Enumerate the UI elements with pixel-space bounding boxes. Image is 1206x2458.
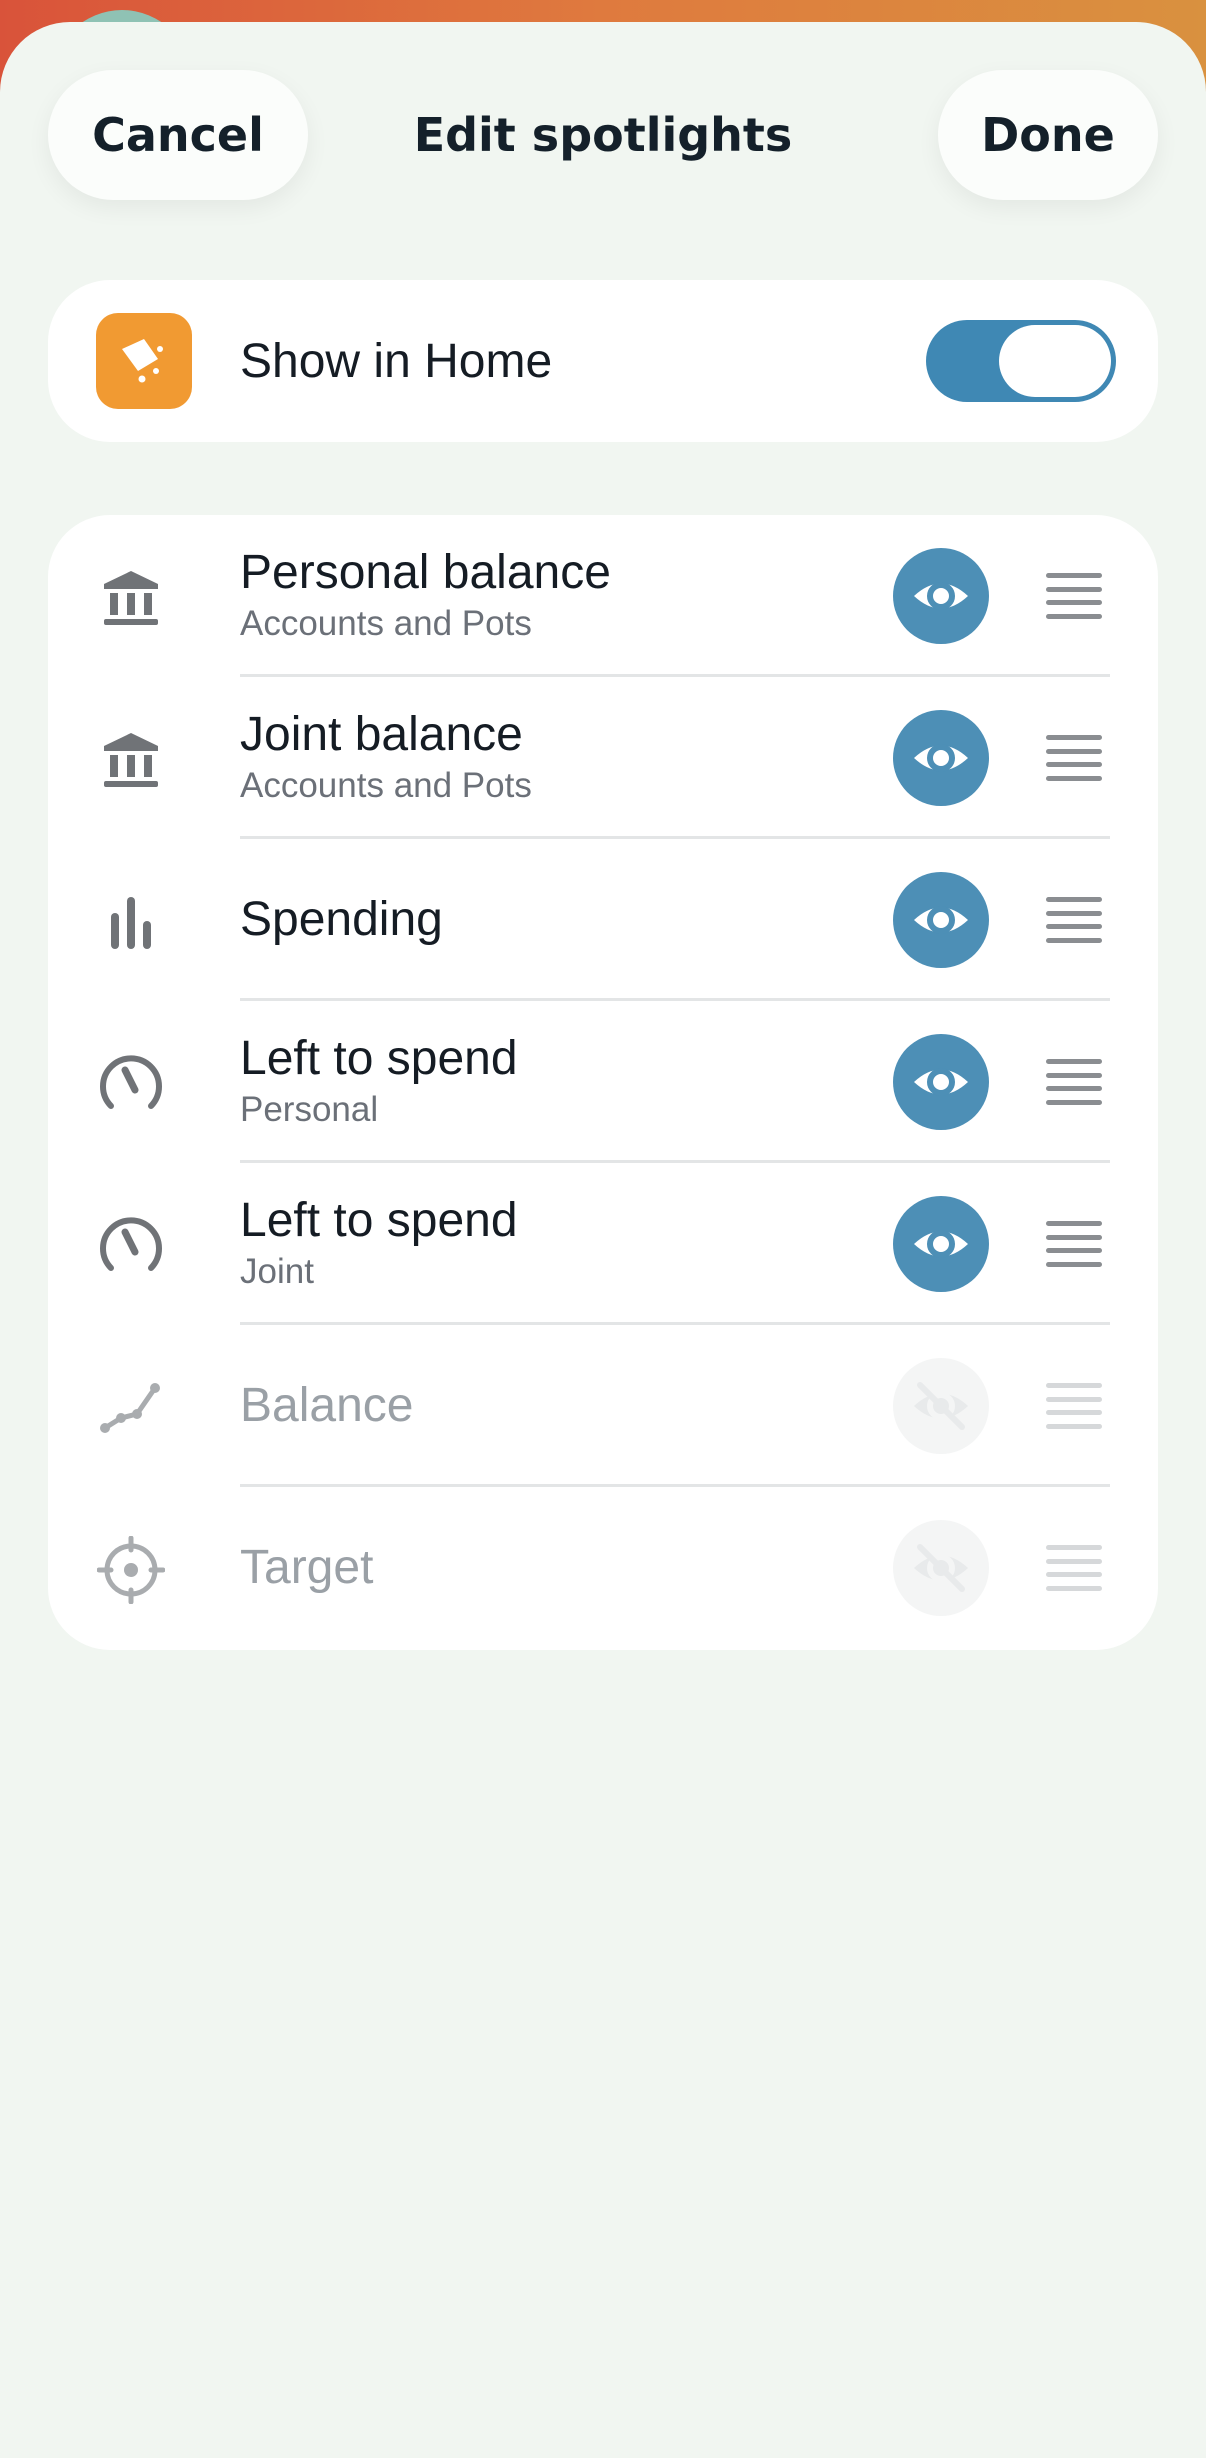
bar-chart-icon: [96, 887, 166, 957]
eye-off-icon: [914, 1544, 968, 1592]
bank-icon: [96, 725, 166, 795]
line-graph-icon: [96, 1373, 166, 1443]
spotlight-app-icon: [96, 313, 192, 409]
drag-handle[interactable]: [1046, 1383, 1102, 1429]
gauge-icon: [96, 1211, 166, 1281]
drag-handle[interactable]: [1046, 1545, 1102, 1591]
spotlight-subtitle: Accounts and Pots: [240, 766, 532, 806]
visibility-eye-button[interactable]: [893, 1196, 989, 1292]
eye-icon: [914, 1230, 968, 1258]
spotlight-title: Personal balance: [240, 545, 611, 599]
spotlight-subtitle: Personal: [240, 1090, 379, 1130]
eye-icon: [914, 744, 968, 772]
visibility-eye-button[interactable]: [893, 872, 989, 968]
gauge-icon: [96, 1049, 166, 1119]
spotlight-title: Spending: [240, 892, 443, 946]
spotlight-title: Balance: [240, 1378, 414, 1432]
spotlight-title: Joint balance: [240, 707, 523, 761]
show-in-home-toggle[interactable]: [926, 320, 1116, 402]
eye-icon: [914, 906, 968, 934]
spotlight-row-spending: Spending: [48, 839, 1158, 1001]
spotlights-list: Personal balance Accounts and Pots Joint…: [48, 515, 1158, 1650]
spotlight-row-left-to-spend-personal: Left to spend Personal: [48, 1001, 1158, 1163]
visibility-eye-button[interactable]: [893, 1520, 989, 1616]
drag-handle[interactable]: [1046, 735, 1102, 781]
spotlight-title: Left to spend: [240, 1031, 518, 1085]
spotlight-title: Left to spend: [240, 1193, 518, 1247]
drag-handle[interactable]: [1046, 1059, 1102, 1105]
eye-icon: [914, 582, 968, 610]
cancel-button[interactable]: Cancel: [48, 70, 308, 200]
bank-icon: [96, 563, 166, 633]
spotlight-subtitle: Accounts and Pots: [240, 604, 532, 644]
toggle-knob: [999, 325, 1111, 397]
visibility-eye-button[interactable]: [893, 710, 989, 806]
done-button[interactable]: Done: [938, 70, 1158, 200]
spotlight-row-joint-balance: Joint balance Accounts and Pots: [48, 677, 1158, 839]
eye-icon: [914, 1068, 968, 1096]
spotlight-subtitle: Joint: [240, 1252, 314, 1292]
visibility-eye-button[interactable]: [893, 1034, 989, 1130]
drag-handle[interactable]: [1046, 573, 1102, 619]
show-in-home-card: Show in Home: [48, 280, 1158, 442]
spotlight-title: Target: [240, 1540, 374, 1594]
edit-spotlights-sheet: Cancel Edit spotlights Done Show in Home: [0, 22, 1206, 2458]
drag-handle[interactable]: [1046, 1221, 1102, 1267]
eye-off-icon: [914, 1382, 968, 1430]
visibility-eye-button[interactable]: [893, 1358, 989, 1454]
spotlight-row-left-to-spend-joint: Left to spend Joint: [48, 1163, 1158, 1325]
spotlight-row-balance: Balance: [48, 1325, 1158, 1487]
spotlight-row-target: Target: [48, 1487, 1158, 1649]
drag-handle[interactable]: [1046, 897, 1102, 943]
visibility-eye-button[interactable]: [893, 548, 989, 644]
show-in-home-label: Show in Home: [240, 334, 553, 388]
spotlight-row-personal-balance: Personal balance Accounts and Pots: [48, 515, 1158, 677]
target-icon: [96, 1535, 166, 1605]
